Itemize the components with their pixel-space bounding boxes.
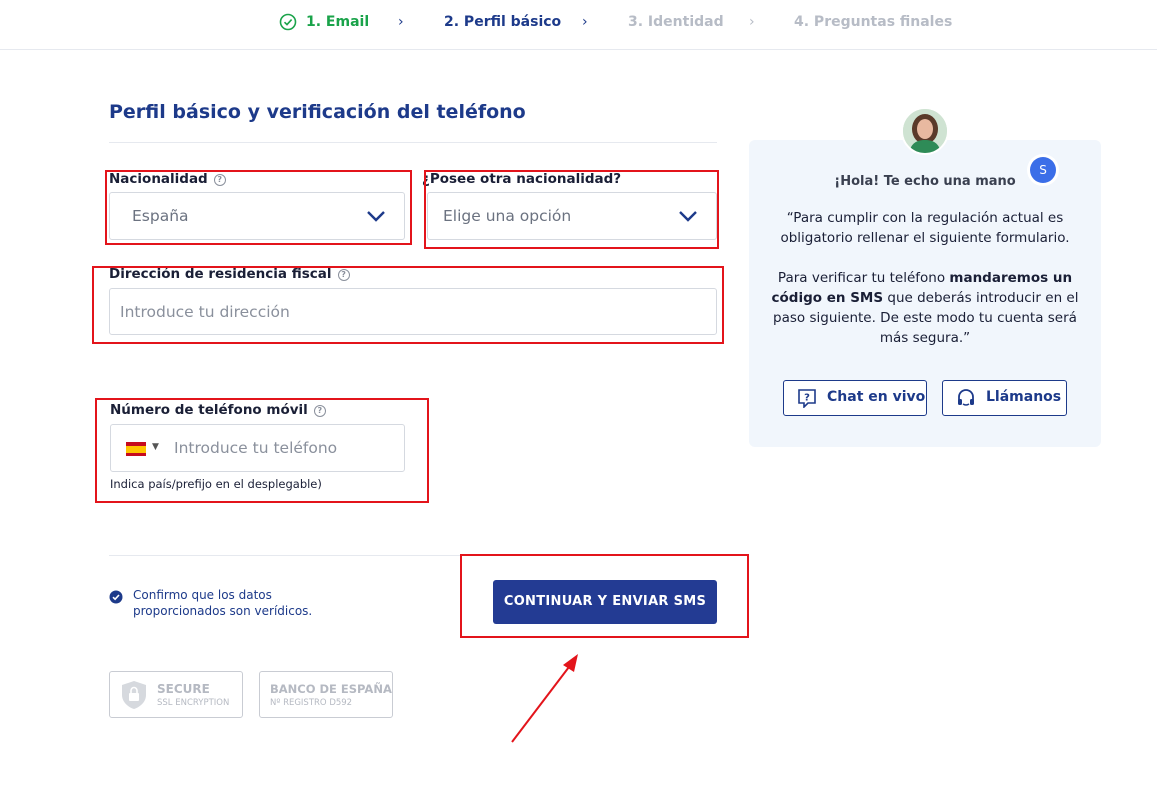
annotation-arrow-icon — [511, 654, 578, 743]
ssl-secure-badge: SECURE SSL ENCRYPTION — [109, 671, 243, 718]
bank-badge-subtitle: Nº REGISTRO D592 — [270, 698, 353, 708]
help-message-paragraph: Para verificar tu teléfono mandaremos un… — [771, 270, 1079, 346]
step-final-questions: 4. Preguntas finales — [794, 14, 953, 30]
call-us-label: Llámanos — [986, 389, 1062, 405]
chat-question-icon: ? — [798, 389, 816, 408]
secure-badge-title: SECURE — [157, 682, 210, 696]
step-basic-profile: 2. Perfil básico — [444, 14, 562, 30]
agent-avatar — [901, 107, 949, 155]
svg-text:?: ? — [804, 393, 810, 404]
divider — [109, 142, 717, 143]
chevron-right-icon: › — [582, 14, 588, 30]
help-message-paragraph: “Para cumplir con la regulación actual e… — [780, 210, 1070, 246]
secure-badge-subtitle: SSL ENCRYPTION — [157, 698, 230, 708]
lock-shield-icon — [122, 681, 146, 709]
check-circle-icon — [279, 13, 297, 31]
headset-icon — [958, 389, 974, 406]
step-identity: 3. Identidad — [628, 14, 724, 30]
annotation-box — [460, 554, 749, 638]
verified-check-icon — [109, 590, 123, 604]
annotation-box — [95, 398, 429, 503]
live-chat-label: Chat en vivo — [827, 389, 926, 405]
bank-badge-title: BANCO DE ESPAÑA — [270, 682, 392, 696]
signup-stepper: 1. Email › 2. Perfil básico › 3. Identid… — [0, 0, 1157, 50]
call-us-button[interactable]: Llámanos — [942, 380, 1067, 416]
chevron-right-icon: › — [749, 14, 755, 30]
help-message: “Para cumplir con la regulación actual e… — [770, 208, 1080, 348]
live-chat-button[interactable]: ? Chat en vivo — [783, 380, 927, 416]
agent-portrait-icon — [903, 109, 947, 153]
confirm-truthful-text: Confirmo que los datos proporcionados so… — [133, 588, 313, 618]
bank-of-spain-badge: BANCO DE ESPAÑA Nº REGISTRO D592 — [259, 671, 393, 718]
chevron-right-icon: › — [398, 14, 404, 30]
page-title: Perfil básico y verificación del teléfon… — [109, 101, 526, 123]
help-greeting: ¡Hola! Te echo una mano — [834, 174, 1016, 189]
annotation-box — [424, 170, 719, 249]
step-email[interactable]: 1. Email — [306, 14, 369, 30]
annotation-box — [105, 170, 412, 245]
annotation-box — [92, 266, 724, 344]
